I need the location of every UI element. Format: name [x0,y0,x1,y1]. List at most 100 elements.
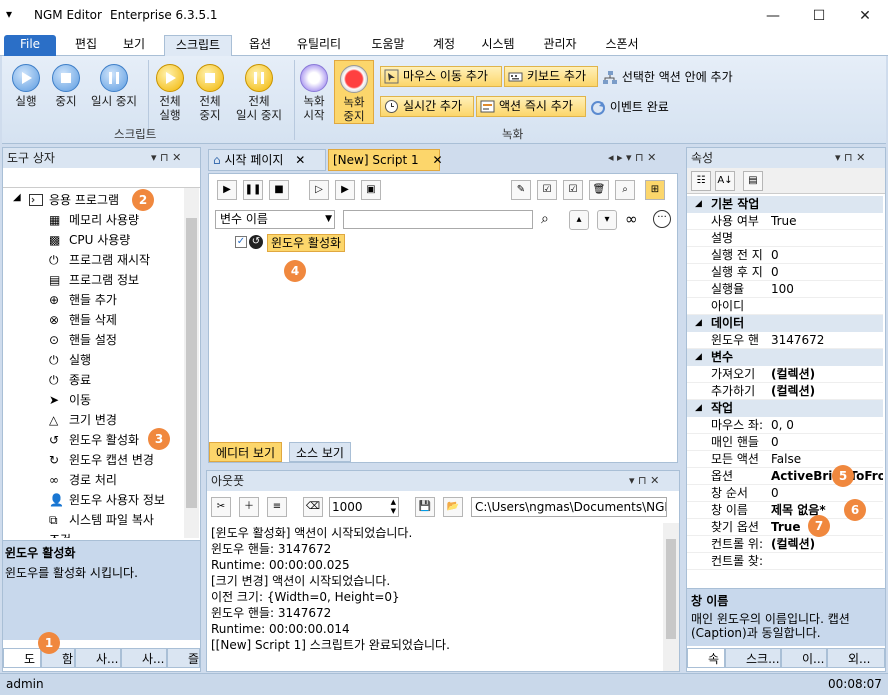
sort-az-icon[interactable]: A↓ [715,171,735,191]
variable-input[interactable] [343,210,533,229]
property-pages-icon[interactable]: ▤ [743,171,763,191]
tab-help[interactable]: 도움말 [362,35,414,56]
property-row[interactable]: 가져오기 (컬렉션) [687,366,883,383]
bottom-tab-toolbox[interactable]: 도 [3,648,41,668]
tab-system[interactable]: 시스템 [472,35,524,56]
tab-file[interactable]: File [4,35,56,56]
editor-step-in-icon[interactable]: ▶ [335,180,355,200]
output-list-icon[interactable]: ≡ [267,497,287,517]
tab-edit[interactable]: 편집 [66,35,106,56]
editor-play-icon[interactable]: ▶ [217,180,237,200]
folder-icon[interactable]: 📂 [443,497,463,517]
toolbox-item[interactable]: ▦ 메모리 사용량 [49,210,139,230]
toolbox-item[interactable]: ⊙ 핸들 설정 [49,330,117,350]
add-action-now-button[interactable]: 액션 즉시 추가 [476,96,586,117]
property-row[interactable]: 컨트롤 찾: [687,553,883,570]
toolbox-item[interactable]: ⊗ 핸들 삭제 [49,310,117,330]
tab-sponsor[interactable]: 스폰서 [596,35,648,56]
property-category[interactable]: ◢ 데이터 [687,315,883,332]
record-stop-button[interactable]: 녹화 중지 [334,60,374,124]
property-row[interactable]: 윈도우 핸 3147672 [687,332,883,349]
minimize-button[interactable]: — [750,0,796,32]
bottom-tab-image[interactable]: 이... [781,648,827,668]
property-row[interactable]: 실행 후 지0 [687,264,883,281]
tab-script-1[interactable]: [New] Script 1 ✕ [328,149,443,171]
property-row[interactable]: 실행 전 지0 [687,247,883,264]
eraser-icon[interactable]: ⌫ [303,497,323,517]
window-menu-icon[interactable]: ▾ [6,7,12,21]
tab-admin[interactable]: 관리자 [534,35,586,56]
property-row[interactable]: 찾기 옵션 True [687,519,883,536]
categorized-icon[interactable]: ☷ [691,171,711,191]
toolbox-item[interactable]: ⏻ 종료 [49,370,91,390]
property-category[interactable]: ◢ 기본 작업 [687,196,883,213]
property-row[interactable]: 추가하기 (컬렉션) [687,383,883,400]
editor-step-out-icon[interactable]: ▣ [361,180,381,200]
bottom-tab-favorites[interactable]: 즐 [167,648,200,668]
toolbox-item[interactable]: ⧉ 시스템 파일 복사 [49,510,154,530]
bottom-tab-properties[interactable]: 속 [687,648,725,668]
action-window-activate[interactable]: 윈도우 활성화 [267,234,346,252]
collapse-icon[interactable]: ◢ [695,196,702,213]
variable-select[interactable]: 변수 이름 ▼ [215,210,335,229]
event-complete-button[interactable]: 이벤트 완료 [590,98,669,116]
property-row[interactable]: 아이디 [687,298,883,315]
run-all-button[interactable]: 전체 실행 [150,64,190,122]
toolbox-item[interactable]: ➤ 이동 [49,390,91,410]
tab-editor-view[interactable]: 에디터 보기 [209,442,283,462]
find-icon[interactable]: ⌕ [541,211,549,227]
property-row[interactable]: 매인 핸들 0 [687,434,883,451]
property-row[interactable]: 설명 [687,230,883,247]
output-path-input[interactable]: C:\Users\ngmas\Documents\NGM6\ [471,497,667,517]
editor-edit-icon[interactable]: ✎ [511,180,531,200]
property-row[interactable]: 마우스 좌: 0, 0 [687,417,883,434]
toolbox-item[interactable]: ↺ 윈도우 활성화 [49,430,139,450]
toolbox-item[interactable]: △ 크기 변경 [49,410,117,430]
property-row[interactable]: 모든 액션 False [687,451,883,468]
collapse-icon[interactable]: ◢ [695,315,702,332]
toolbox-item[interactable]: 👤 윈도우 사용자 정보 [49,490,165,510]
toolbox-item[interactable]: ⏻ 프로그램 재시작 [49,250,150,270]
toolbox-item[interactable]: ↻ 윈도우 캡션 변경 [49,450,154,470]
tab-start-page[interactable]: ⌂ 시작 페이지 ✕ [208,149,326,171]
close-tab-icon[interactable]: ✕ [432,153,442,167]
editor-stop-icon[interactable]: ■ [269,180,289,200]
toolbox-item[interactable]: ⊕ 핸들 추가 [49,290,117,310]
add-keyboard-button[interactable]: 키보드 추가 [504,66,598,87]
loop-icon[interactable]: ∞ [625,210,638,228]
properties-pin-controls[interactable]: ▾ ⊓ ✕ [835,148,865,168]
toolbox-search[interactable] [3,168,200,188]
tab-nav-controls[interactable]: ◂ ▸ ▾ ⊓ ✕ [608,151,656,164]
toolbox-item[interactable]: ▤ 프로그램 정보 [49,270,139,290]
bottom-tab-script[interactable]: 스크... [725,648,781,668]
editor-step-icon[interactable]: ▷ [309,180,329,200]
toolbox-item[interactable]: ∞ 경로 처리 [49,470,117,490]
tab-utility[interactable]: 유틸리티 [288,35,350,56]
output-pin-controls[interactable]: ▾ ⊓ ✕ [629,471,659,491]
editor-search-icon[interactable]: ⌕ [615,180,635,200]
property-row[interactable]: 컨트롤 위: (컬렉션) [687,536,883,553]
output-new-icon[interactable]: ＋ [239,497,259,517]
pause-all-button[interactable]: 전체 일시 중지 [230,64,288,122]
property-row[interactable]: 실행율 100 [687,281,883,298]
output-scrollbar[interactable] [663,523,679,671]
maximize-button[interactable]: ☐ [796,0,842,32]
tab-account[interactable]: 계정 [424,35,464,56]
find-next-icon[interactable]: ▾ [597,210,617,230]
run-button[interactable]: 실행 [6,64,46,108]
toolbox-item[interactable]: ⏻ 실행 [49,350,91,370]
output-count-stepper[interactable]: 1000 ▲ ▼ [329,497,399,517]
add-inside-selected-button[interactable]: 선택한 액션 안에 추가 [602,68,733,86]
bottom-tab-user-func[interactable]: 사... [121,648,167,668]
toolbox-scrollbar[interactable] [184,188,199,538]
stop-button[interactable]: 중지 [46,64,86,108]
close-tab-icon[interactable]: ✕ [295,153,305,167]
bottom-tab-user[interactable]: 사... [75,648,121,668]
editor-check-icon[interactable]: ☑ [537,180,557,200]
toolbox-pin-controls[interactable]: ▾ ⊓ ✕ [151,148,181,168]
editor-pause-icon[interactable]: ❚❚ [243,180,263,200]
tree-root-condition[interactable]: 조건 [49,530,71,538]
more-icon[interactable]: ··· [653,210,671,228]
editor-tree-icon[interactable]: ⊞ [645,180,665,200]
tree-root-app[interactable]: 응용 프로그램 [29,190,119,210]
